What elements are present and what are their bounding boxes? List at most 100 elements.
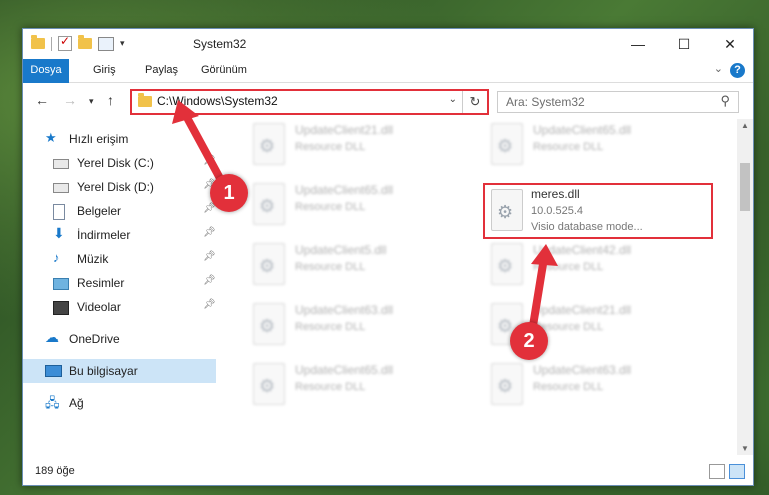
sidebar-item-label: Yerel Disk (D:) bbox=[77, 180, 154, 194]
dll-file-icon: ⚙ bbox=[253, 243, 285, 285]
pictures-icon bbox=[53, 278, 69, 290]
file-name: UpdateClient65.dll bbox=[295, 183, 394, 197]
file-description: Visio database mode... bbox=[531, 221, 643, 233]
sidebar-item-label: Müzik bbox=[77, 252, 109, 266]
search-icon[interactable]: ⚲ bbox=[720, 93, 730, 109]
file-name: UpdateClient21.dll bbox=[295, 123, 394, 137]
vertical-scrollbar[interactable]: ▲ ▼ bbox=[737, 119, 753, 455]
download-icon: ⬇ bbox=[53, 225, 65, 241]
file-type: Resource DLL bbox=[295, 321, 366, 333]
scrollbar-thumb[interactable] bbox=[740, 163, 750, 211]
file-name: UpdateClient65.dll bbox=[295, 363, 394, 377]
sidebar-item-network[interactable]: 🖧︎ Ağ bbox=[23, 391, 216, 415]
file-type: Resource DLL bbox=[533, 381, 604, 393]
sidebar-item-label: Hızlı erişim bbox=[69, 132, 129, 146]
file-name: UpdateClient5.dll bbox=[295, 243, 387, 257]
dll-file-icon: ⚙ bbox=[253, 303, 285, 345]
tab-home[interactable]: Giriş bbox=[83, 59, 126, 82]
file-item[interactable]: ⚙ UpdateClient63.dll Resource DLL bbox=[481, 357, 711, 413]
sidebar-item-local-disk-d[interactable]: Yerel Disk (D:) 📌︎ bbox=[23, 175, 216, 199]
sidebar-item-label: Resimler bbox=[77, 276, 125, 290]
search-placeholder[interactable]: Ara: System32 bbox=[506, 95, 585, 109]
sidebar-item-label: Ağ bbox=[69, 396, 84, 410]
callout-badge-2: 2 bbox=[510, 322, 548, 360]
maximize-button[interactable]: ☐ bbox=[661, 29, 707, 59]
tab-view[interactable]: Görünüm bbox=[191, 59, 257, 82]
help-icon[interactable]: ? bbox=[730, 63, 745, 78]
sidebar-item-videos[interactable]: Videolar 📌︎ bbox=[23, 295, 216, 319]
dll-file-icon: ⚙ bbox=[491, 189, 523, 231]
file-list: ⚙ UpdateClient21.dll Resource DLL ⚙ Upda… bbox=[237, 119, 735, 455]
title-bar: ▾ System32 — ☐ ✕ bbox=[23, 29, 753, 59]
scroll-down-icon[interactable]: ▼ bbox=[741, 444, 749, 453]
pin-icon[interactable]: 📌︎ bbox=[203, 227, 216, 238]
file-item[interactable]: ⚙ UpdateClient21.dll Resource DLL bbox=[243, 117, 473, 173]
sidebar-item-music[interactable]: ♪ Müzik 📌︎ bbox=[23, 247, 216, 271]
file-name: UpdateClient63.dll bbox=[295, 303, 394, 317]
dll-file-icon: ⚙ bbox=[491, 243, 523, 285]
pin-icon[interactable]: 📌︎ bbox=[203, 155, 216, 166]
address-bar[interactable]: C:\Windows\System32 ⌄ ↻ bbox=[130, 89, 489, 115]
file-type: Resource DLL bbox=[295, 261, 366, 273]
details-view-icon[interactable] bbox=[709, 464, 725, 479]
recent-locations-chevron-icon[interactable]: ▾ bbox=[89, 96, 94, 107]
file-version: 10.0.525.4 bbox=[531, 205, 583, 217]
tiles-view-icon[interactable] bbox=[729, 464, 745, 479]
dll-file-icon: ⚙ bbox=[253, 183, 285, 225]
navigation-bar: ← → ▾ ↑ C:\Windows\System32 ⌄ ↻ Ara: Sys… bbox=[23, 83, 753, 119]
pin-icon[interactable]: 📌︎ bbox=[203, 275, 216, 286]
address-dropdown-icon[interactable]: ⌄ bbox=[449, 94, 457, 105]
ribbon-tabs: Dosya Giriş Paylaş Görünüm ⌄ ? bbox=[23, 59, 753, 115]
sidebar-item-onedrive[interactable]: ☁ OneDrive bbox=[23, 327, 216, 351]
sidebar-item-quick-access[interactable]: ★ Hızlı erişim bbox=[23, 127, 216, 151]
search-box[interactable]: Ara: System32 ⚲ bbox=[497, 91, 739, 113]
pin-icon[interactable]: 📌︎ bbox=[203, 299, 216, 310]
file-type: Resource DLL bbox=[295, 381, 366, 393]
close-button[interactable]: ✕ bbox=[707, 29, 753, 59]
sidebar-item-label: Yerel Disk (C:) bbox=[77, 156, 154, 170]
file-name: UpdateClient65.dll bbox=[533, 123, 632, 137]
up-arrow-icon[interactable]: ↑ bbox=[107, 92, 114, 108]
cloud-icon: ☁ bbox=[45, 329, 59, 345]
window-title: System32 bbox=[193, 37, 247, 51]
dll-file-icon: ⚙ bbox=[491, 123, 523, 165]
sidebar-item-this-pc[interactable]: Bu bilgisayar bbox=[23, 359, 216, 383]
address-path[interactable]: C:\Windows\System32 bbox=[157, 94, 278, 108]
sidebar-item-pictures[interactable]: Resimler 📌︎ bbox=[23, 271, 216, 295]
file-name: UpdateClient42.dll bbox=[533, 243, 632, 257]
back-arrow-icon[interactable]: ← bbox=[35, 92, 49, 108]
file-type: Resource DLL bbox=[533, 141, 604, 153]
refresh-icon[interactable]: ↻ bbox=[462, 91, 487, 113]
sidebar-item-downloads[interactable]: ⬇ İndirmeler 📌︎ bbox=[23, 223, 216, 247]
file-item[interactable]: ⚙ UpdateClient42.dll Resource DLL bbox=[481, 237, 711, 293]
file-item-meres-dll[interactable]: ⚙ meres.dll 10.0.525.4 Visio database mo… bbox=[483, 183, 713, 239]
file-item[interactable]: ⚙ UpdateClient65.dll Resource DLL bbox=[243, 177, 473, 233]
computer-icon bbox=[45, 365, 62, 377]
pin-icon[interactable]: 📌︎ bbox=[203, 251, 216, 262]
dll-file-icon: ⚙ bbox=[253, 123, 285, 165]
sidebar-item-label: Videolar bbox=[77, 300, 121, 314]
file-item[interactable]: ⚙ UpdateClient65.dll Resource DLL bbox=[481, 117, 711, 173]
folder-icon[interactable] bbox=[31, 35, 45, 49]
view-buttons bbox=[709, 464, 745, 479]
callout-badge-1: 1 bbox=[210, 174, 248, 212]
expand-ribbon-chevron-icon[interactable]: ⌄ bbox=[714, 62, 723, 75]
sidebar-item-local-disk-c[interactable]: Yerel Disk (C:) 📌︎ bbox=[23, 151, 216, 175]
file-item[interactable]: ⚙ UpdateClient5.dll Resource DLL bbox=[243, 237, 473, 293]
sidebar-item-documents[interactable]: Belgeler 📌︎ bbox=[23, 199, 216, 223]
star-icon: ★ bbox=[45, 130, 57, 145]
customize-toolbar-dropdown-icon[interactable]: ▾ bbox=[120, 38, 125, 49]
forward-arrow-icon[interactable]: → bbox=[63, 92, 77, 108]
sidebar-item-label: Bu bilgisayar bbox=[69, 364, 138, 378]
new-folder-icon[interactable] bbox=[78, 35, 92, 49]
file-item[interactable]: ⚙ UpdateClient65.dll Resource DLL bbox=[243, 357, 473, 413]
rename-icon[interactable] bbox=[98, 36, 114, 51]
scroll-up-icon[interactable]: ▲ bbox=[741, 121, 749, 130]
minimize-button[interactable]: — bbox=[615, 29, 661, 59]
file-type: Resource DLL bbox=[295, 201, 366, 213]
properties-check-icon[interactable] bbox=[58, 34, 72, 51]
file-item[interactable]: ⚙ UpdateClient63.dll Resource DLL bbox=[243, 297, 473, 353]
dll-file-icon: ⚙ bbox=[491, 363, 523, 405]
documents-icon bbox=[53, 204, 65, 220]
tab-share[interactable]: Paylaş bbox=[135, 59, 188, 82]
